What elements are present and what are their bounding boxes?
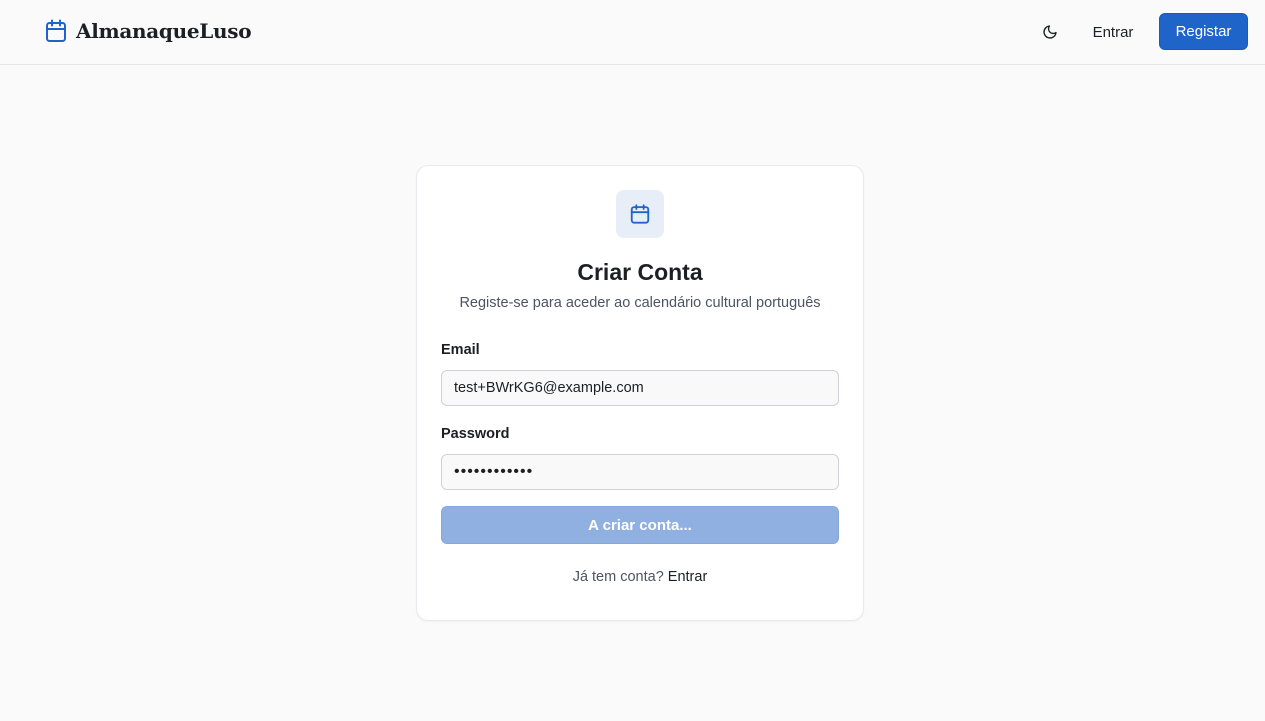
password-field[interactable]	[441, 454, 839, 490]
brand-name: AlmanaqueLuso	[76, 19, 252, 43]
register-button[interactable]: Registar	[1159, 13, 1248, 50]
moon-icon	[1043, 25, 1057, 39]
signup-card: Criar Conta Registe-se para aceder ao ca…	[416, 165, 864, 621]
brand-logo-link[interactable]: AlmanaqueLuso	[45, 19, 252, 43]
email-field[interactable]	[441, 370, 839, 406]
theme-toggle-button[interactable]	[1031, 17, 1069, 47]
login-button[interactable]: Entrar	[1081, 14, 1145, 50]
page-title: Criar Conta	[577, 259, 703, 285]
password-label: Password	[441, 426, 510, 442]
signin-prompt: Já tem conta?	[572, 569, 664, 585]
create-account-button[interactable]: A criar conta...	[441, 506, 839, 544]
top-navigation-bar: AlmanaqueLuso Entrar Registar	[0, 0, 1265, 65]
page-subtitle: Registe-se para aceder ao calendário cul…	[459, 295, 821, 311]
signin-prompt-line: Já tem conta? Entrar	[417, 569, 863, 585]
email-label: Email	[441, 342, 480, 358]
calendar-icon	[630, 204, 650, 224]
signin-link[interactable]: Entrar	[668, 569, 708, 585]
calendar-icon	[46, 19, 66, 42]
card-logo	[616, 190, 664, 238]
